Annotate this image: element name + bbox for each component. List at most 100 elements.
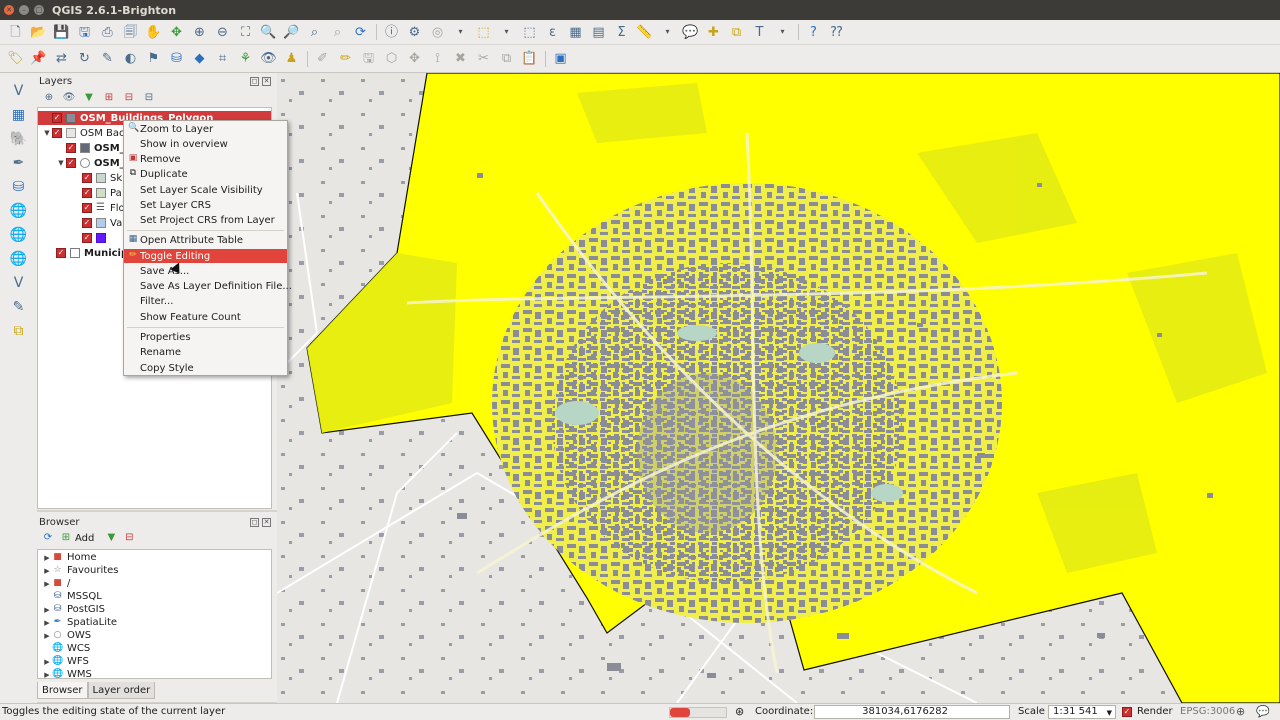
browser-item-root[interactable]: ▶ ■ / <box>42 577 70 590</box>
new-project-icon[interactable]: 🗋 <box>4 21 27 43</box>
filter-legend-icon[interactable]: ▼ <box>79 90 99 106</box>
layer-checkbox[interactable]: ✓ <box>82 233 92 243</box>
menu-item-set-layer-crs[interactable]: Set Layer CRS <box>124 198 287 212</box>
tab-browser[interactable]: Browser <box>37 682 88 699</box>
label-properties-icon[interactable]: ⚑ <box>142 48 165 70</box>
layer-row[interactable]: ✓ Va <box>82 216 122 230</box>
add-vector-layer-icon[interactable]: V <box>7 79 31 103</box>
toggle-editing-icon[interactable]: ✏ <box>334 48 357 70</box>
paste-features-icon[interactable]: 📋 <box>518 48 541 70</box>
dropdown-arrow-icon[interactable]: ▾ <box>495 21 518 43</box>
composer-manager-icon[interactable]: 🗐 <box>119 21 142 43</box>
zoom-full-icon[interactable]: ⛶ <box>234 21 257 43</box>
new-temp-layer-icon[interactable]: ⧉ <box>7 319 31 343</box>
add-wfs-layer-icon[interactable]: 🌐 <box>7 247 31 271</box>
maximize-window-icon[interactable]: □ <box>34 5 44 15</box>
expand-arrow-icon[interactable]: ▶ <box>42 632 52 640</box>
collapse-arrow-icon[interactable]: ▼ <box>56 159 66 167</box>
add-spatialite-layer-icon[interactable]: ✒ <box>7 151 31 175</box>
pan-to-selection-icon[interactable]: ✥ <box>165 21 188 43</box>
add-group-icon[interactable]: ⊕ <box>39 90 59 106</box>
move-label-icon[interactable]: ⇄ <box>50 48 73 70</box>
layer-row[interactable]: ✓ Sk <box>82 171 122 185</box>
layer-group-row[interactable]: ▼ ✓ OSM Bac <box>42 126 124 140</box>
deselect-icon[interactable]: ⬚ <box>518 21 541 43</box>
zoom-in-icon[interactable]: ⊕ <box>188 21 211 43</box>
dropdown-arrow-icon[interactable]: ▾ <box>449 21 472 43</box>
crs-status-button[interactable]: EPSG:3006 <box>1180 706 1235 717</box>
pin-label-icon[interactable]: 📌 <box>27 48 50 70</box>
remove-layer-icon[interactable]: ⊟ <box>139 90 159 106</box>
cut-features-icon[interactable]: ✂ <box>472 48 495 70</box>
label-icon[interactable]: 🏷 <box>4 48 27 70</box>
scale-combobox[interactable]: 1:31 541 ▼ <box>1048 705 1116 719</box>
filter-icon[interactable]: ▼ <box>102 530 120 546</box>
add-mssql-layer-icon[interactable]: ⛁ <box>7 175 31 199</box>
menu-item-save-as[interactable]: Save As... <box>124 264 287 278</box>
add-wcs-layer-icon[interactable]: 🌐 <box>7 223 31 247</box>
browser-item-favourites[interactable]: ▶ ☆ Favourites <box>42 564 118 577</box>
expand-arrow-icon[interactable]: ▶ <box>42 567 52 575</box>
map-canvas-icon[interactable]: ▣ <box>549 48 572 70</box>
layer-checkbox[interactable]: ✓ <box>82 218 92 228</box>
menu-item-set-layer-scale-visibility[interactable]: Set Layer Scale Visibility <box>124 183 287 197</box>
rotate-label-icon[interactable]: ↻ <box>73 48 96 70</box>
layer-row[interactable]: ✓ OSM_ <box>66 141 125 155</box>
field-calculator-icon[interactable]: ▤ <box>587 21 610 43</box>
delete-selected-icon[interactable]: ✖ <box>449 48 472 70</box>
add-postgis-layer-icon[interactable]: 🐘 <box>7 127 31 151</box>
expand-arrow-icon[interactable]: ▶ <box>42 606 52 614</box>
add-raster-layer-icon[interactable]: ▦ <box>7 103 31 127</box>
browser-item-mssql[interactable]: ⛁ MSSQL <box>42 590 102 603</box>
python-icon[interactable]: ♟ <box>280 48 303 70</box>
menu-item-toggle-editing[interactable]: ✏ Toggle Editing <box>124 249 287 263</box>
edit-pencil-icon[interactable]: ✐ <box>311 48 334 70</box>
open-project-icon[interactable]: 📂 <box>27 21 50 43</box>
dropdown-arrow-icon[interactable]: ▾ <box>656 21 679 43</box>
layer-checkbox[interactable]: ✓ <box>66 143 76 153</box>
minimize-window-icon[interactable]: – <box>19 5 29 15</box>
expand-arrow-icon[interactable]: ▶ <box>42 554 52 562</box>
close-panel-icon[interactable]: ✕ <box>262 77 271 86</box>
bookmarks-icon[interactable]: ⧉ <box>725 21 748 43</box>
menu-item-zoom-to-layer[interactable]: 🔍 Zoom to Layer <box>124 122 287 136</box>
layer-checkbox[interactable]: ✓ <box>82 203 92 213</box>
layer-row[interactable]: ✓ ☰ Flo <box>82 201 125 215</box>
chevron-down-icon[interactable]: ▼ <box>1107 707 1112 719</box>
expand-arrow-icon[interactable]: ▶ <box>42 658 52 666</box>
save-edits-icon[interactable]: 🖫 <box>357 48 380 70</box>
identify-icon[interactable]: ⓘ <box>380 21 403 43</box>
menu-item-show-feature-count[interactable]: Show Feature Count <box>124 310 287 324</box>
menu-item-rename[interactable]: Rename <box>124 345 287 359</box>
browser-item-wcs[interactable]: 🌐 WCS <box>42 642 90 655</box>
expression-select-icon[interactable]: ε <box>541 21 564 43</box>
zoom-last-icon[interactable]: ⌕ <box>303 21 326 43</box>
save-project-icon[interactable]: 💾 <box>50 21 73 43</box>
layer-row[interactable]: ✓ Municip <box>56 246 128 260</box>
show-hide-labels-icon[interactable]: ◐ <box>119 48 142 70</box>
stop-render-button[interactable] <box>670 708 690 717</box>
print-composer-icon[interactable]: ⎙ <box>96 21 119 43</box>
refresh-icon[interactable]: ⟳ <box>39 530 57 546</box>
layer-checkbox[interactable]: ✓ <box>82 173 92 183</box>
layer-checkbox[interactable]: ✓ <box>52 113 62 123</box>
menu-item-open-attribute-table[interactable]: ▦ Open Attribute Table <box>124 233 287 247</box>
expand-arrow-icon[interactable]: ▶ <box>42 580 52 588</box>
coordinate-field[interactable]: 381034,6176282 <box>814 705 1010 719</box>
layer-checkbox[interactable]: ✓ <box>82 188 92 198</box>
select-icon[interactable]: ⬚ <box>472 21 495 43</box>
collapse-all-icon[interactable]: ⊟ <box>119 90 139 106</box>
save-as-icon[interactable]: 🖫 <box>73 21 96 43</box>
browser-item-spatialite[interactable]: ▶ ✒ SpatiaLite <box>42 616 117 629</box>
float-panel-icon[interactable]: ◻ <box>250 77 259 86</box>
csw-icon[interactable]: ⌗ <box>211 48 234 70</box>
mouse-coordinate-toggle-icon[interactable]: ⊛ <box>735 705 744 718</box>
layer-row[interactable]: ✓ <box>82 231 110 245</box>
browser-item-ows[interactable]: ▶ ○ OWS <box>42 629 91 642</box>
copy-features-icon[interactable]: ⧉ <box>495 48 518 70</box>
expand-arrow-icon[interactable]: ▶ <box>42 671 52 679</box>
zoom-to-selection-icon[interactable]: 🔍 <box>257 21 280 43</box>
menu-item-properties[interactable]: Properties <box>124 330 287 344</box>
zoom-out-icon[interactable]: ⊖ <box>211 21 234 43</box>
expand-arrow-icon[interactable]: ▶ <box>42 619 52 627</box>
